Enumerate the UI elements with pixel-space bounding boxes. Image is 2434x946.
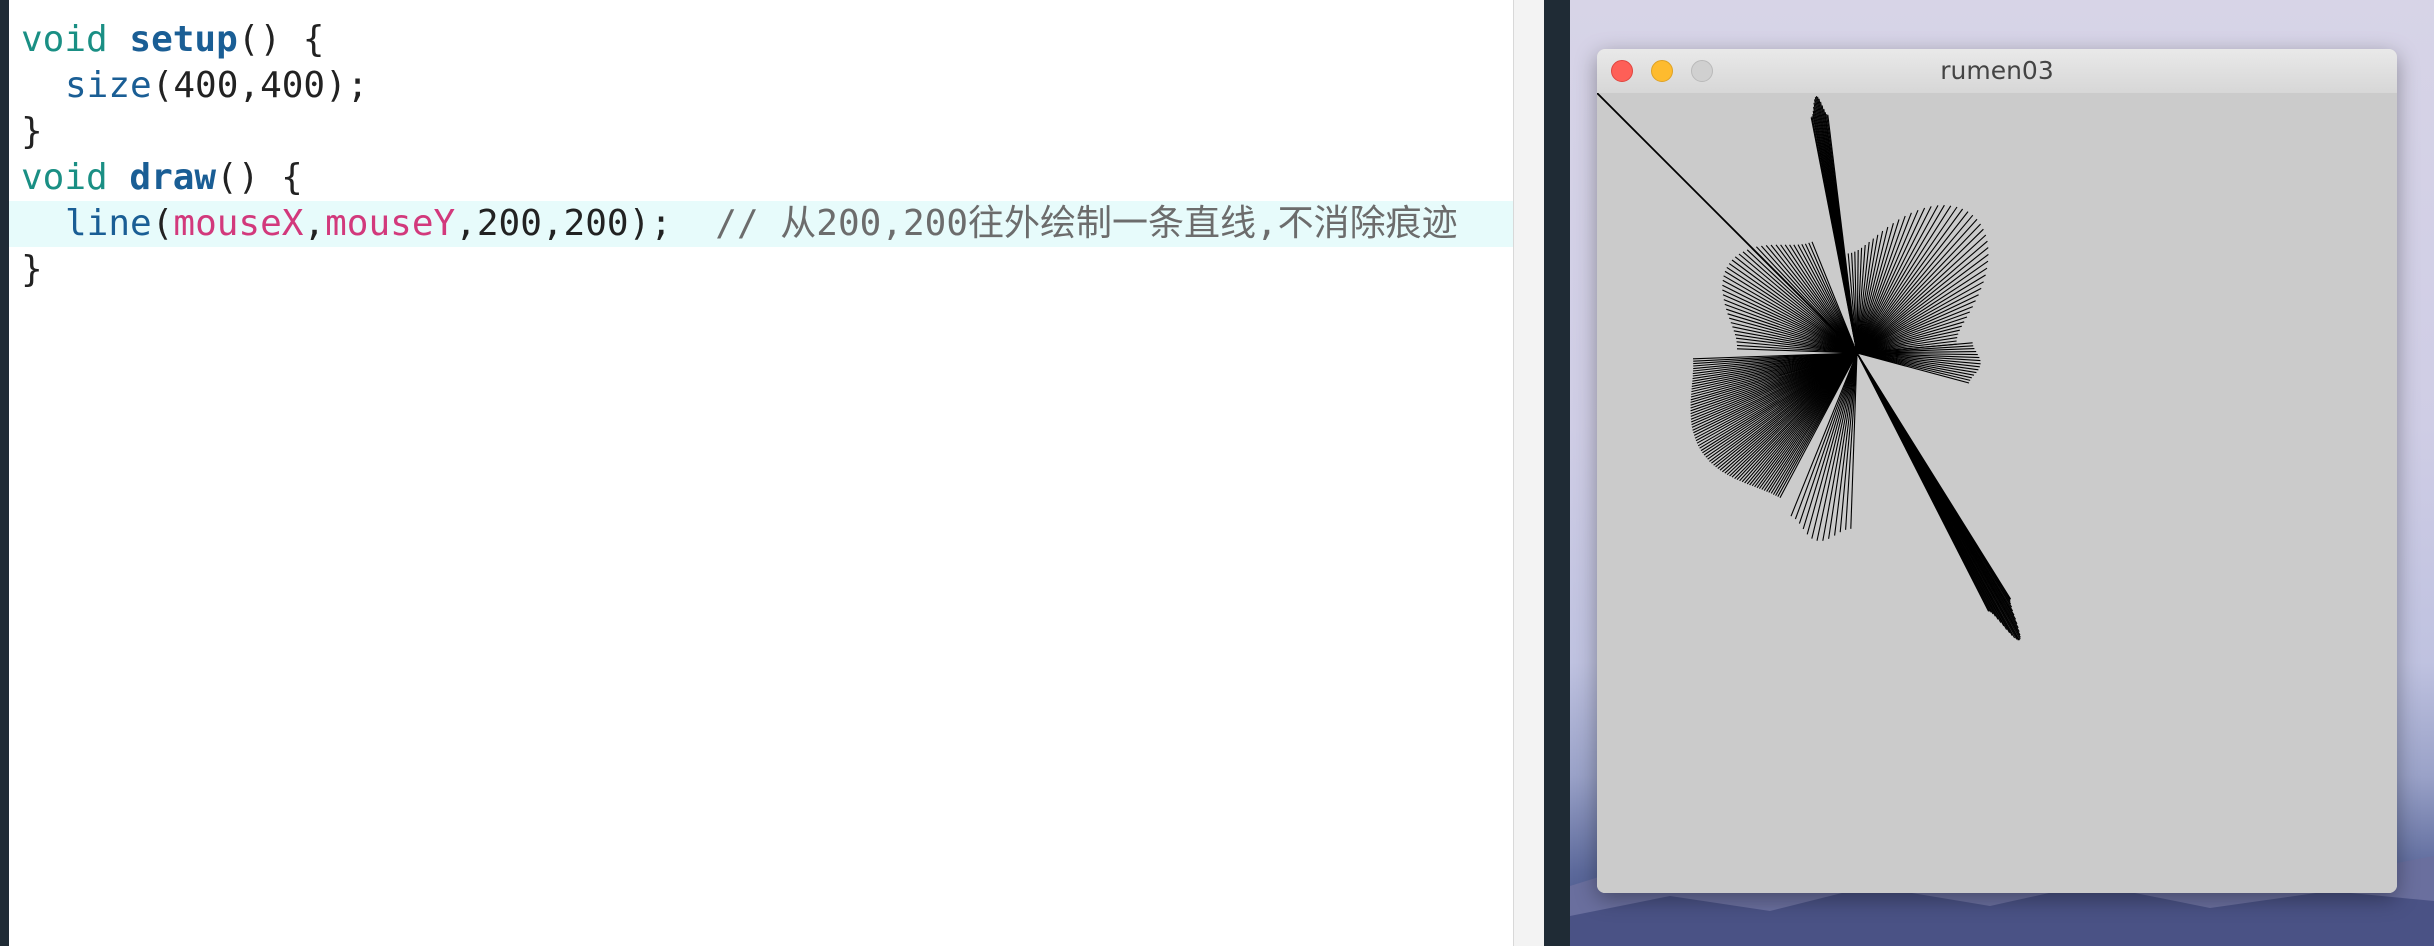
code-line-1[interactable]: void setup() { — [9, 17, 1513, 63]
line-drawing — [1597, 93, 2021, 641]
code-line-6[interactable]: } — [9, 247, 1513, 293]
code-line-5-current[interactable]: line(mouseX,mouseY,200,200); // 从200,200… — [9, 201, 1513, 247]
keyword-void: void — [21, 157, 108, 198]
drawn-line — [1856, 352, 1990, 612]
code-editor[interactable]: void setup() { size(400,400); } void dra… — [9, 0, 1513, 946]
call-size: size — [65, 65, 152, 106]
function-name-setup: setup — [129, 19, 238, 60]
code-comment: // 从200,200往外绘制一条直线,不消除痕迹 — [715, 203, 1458, 244]
code-line-4[interactable]: void draw() { — [9, 155, 1513, 201]
sketch-window[interactable]: rumen03 — [1597, 49, 2397, 893]
keyword-void: void — [21, 19, 108, 60]
window-edge-dark — [1544, 0, 1570, 946]
sketch-canvas[interactable] — [1597, 93, 2397, 893]
call-line: line — [65, 203, 152, 244]
window-title: rumen03 — [1940, 56, 2054, 85]
code-line-3[interactable]: } — [9, 109, 1513, 155]
function-name-draw: draw — [129, 157, 217, 198]
var-mousey: mouseY — [325, 203, 456, 244]
window-edge-dark — [0, 0, 9, 946]
editor-scroll-gutter[interactable] — [1514, 0, 1544, 946]
var-mousex: mouseX — [173, 203, 304, 244]
window-titlebar[interactable]: rumen03 — [1597, 49, 2397, 94]
code-line-2[interactable]: size(400,400); — [9, 63, 1513, 109]
